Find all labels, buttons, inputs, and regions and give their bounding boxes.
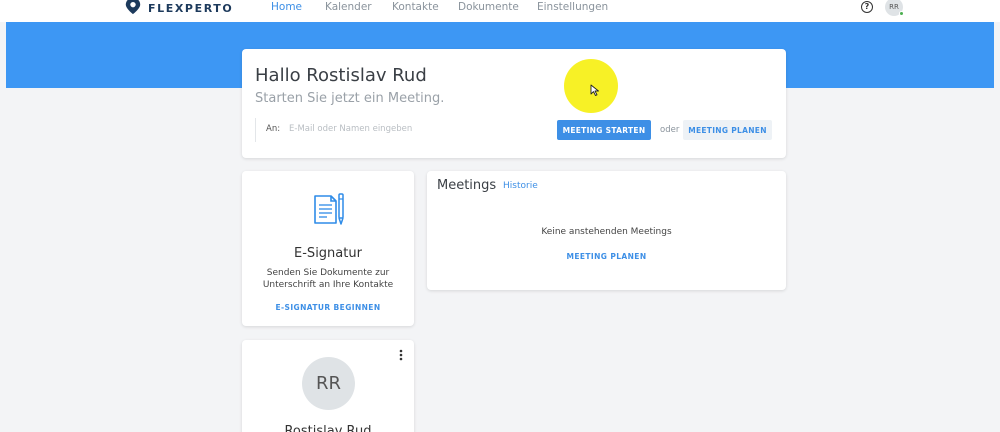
recipient-row: An: — [255, 118, 555, 142]
esignature-title: E-Signatur — [294, 246, 362, 261]
start-esignature-link[interactable]: E-SIGNATUR BEGINNEN — [242, 303, 414, 312]
start-meeting-button[interactable]: MEETING STARTEN — [557, 120, 651, 140]
user-avatar[interactable]: RR — [885, 0, 904, 16]
logo[interactable]: FLEXPERTO — [124, 0, 233, 16]
greeting: Hallo Rostislav Rud — [255, 65, 427, 86]
user-avatar-initials: RR — [889, 3, 899, 11]
esignature-description: Senden Sie Dokumente zur Unterschrift an… — [262, 268, 394, 290]
or-label: oder — [660, 125, 680, 135]
location-pin-icon — [125, 0, 141, 15]
more-vertical-icon[interactable] — [399, 349, 403, 361]
recipient-label: An: — [266, 124, 281, 134]
recipient-input[interactable] — [289, 120, 549, 138]
profile-avatar: RR — [302, 357, 355, 410]
history-link[interactable]: Historie — [503, 181, 538, 191]
greeting-subtitle: Starten Sie jetzt ein Meeting. — [255, 91, 445, 106]
document-pen-icon — [314, 193, 344, 225]
nav-kalender[interactable]: Kalender — [325, 1, 372, 13]
esignature-card: E-Signatur Senden Sie Dokumente zur Unte… — [242, 171, 414, 326]
plan-meeting-button[interactable]: MEETING PLANEN — [683, 120, 772, 140]
nav-dokumente[interactable]: Dokumente — [458, 1, 519, 13]
brand-name: FLEXPERTO — [148, 1, 234, 15]
help-circle-icon[interactable]: ? — [861, 1, 873, 13]
profile-name: Rostislav Rud — [284, 424, 372, 432]
start-meeting-card: Hallo Rostislav Rud Starten Sie jetzt ei… — [242, 49, 786, 158]
no-meetings-message: Keine anstehenden Meetings — [541, 227, 672, 237]
meetings-card: Meetings Historie Keine anstehenden Meet… — [427, 171, 786, 290]
nav-kontakte[interactable]: Kontakte — [392, 1, 439, 13]
nav-einstellungen[interactable]: Einstellungen — [537, 1, 608, 13]
top-navigation: FLEXPERTO Home Kalender Kontakte Dokumen… — [0, 0, 1000, 22]
online-status-dot — [899, 11, 904, 16]
meetings-title: Meetings — [437, 178, 497, 193]
plan-meeting-link[interactable]: MEETING PLANEN — [427, 252, 786, 261]
nav-home[interactable]: Home — [271, 1, 302, 13]
profile-card: RR Rostislav Rud — [242, 340, 414, 432]
mouse-pointer-icon — [590, 84, 599, 96]
